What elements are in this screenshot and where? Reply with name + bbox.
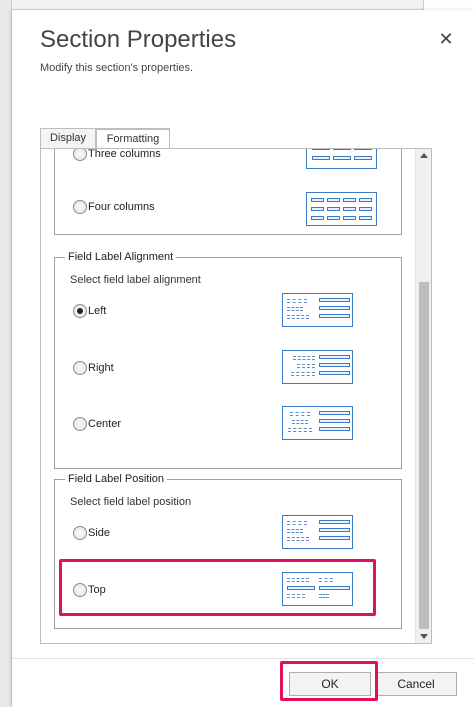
label-left-aligned-icon	[282, 293, 353, 327]
radio-position-side[interactable]: Side	[73, 525, 110, 541]
dialog-subtitle: Modify this section's properties.	[40, 62, 194, 74]
radio-label: Three columns	[88, 148, 161, 160]
field-label-alignment-group: Field Label Alignment Select field label…	[54, 250, 402, 469]
label-side-position-icon	[282, 515, 353, 549]
scroll-thumb[interactable]	[419, 282, 429, 629]
close-icon[interactable]: ✕	[436, 30, 456, 50]
dialog-title: Section Properties	[40, 26, 237, 53]
radio-button[interactable]	[73, 149, 87, 161]
formatting-panel: Three columns Four columns Field Label A…	[40, 148, 432, 644]
radio-button[interactable]	[73, 200, 87, 214]
radio-button[interactable]	[73, 361, 87, 375]
radio-label-center[interactable]: Center	[73, 416, 121, 432]
label-center-aligned-icon	[282, 406, 353, 440]
footer-divider	[12, 658, 474, 659]
group-description: Select field label position	[70, 496, 192, 508]
top-option-highlight	[59, 559, 376, 616]
cancel-button[interactable]: Cancel	[375, 672, 457, 696]
tab-formatting[interactable]: Formatting	[96, 128, 170, 149]
group-description: Select field label alignment	[70, 274, 201, 286]
group-legend: Field Label Alignment	[65, 250, 177, 264]
background-page-edge	[0, 0, 12, 707]
panel-scrollbar[interactable]	[415, 149, 431, 643]
radio-label: Right	[88, 362, 114, 374]
radio-four-columns[interactable]: Four columns	[73, 199, 155, 215]
tab-display[interactable]: Display	[40, 128, 96, 148]
label-right-aligned-icon	[282, 350, 353, 384]
radio-label: Four columns	[88, 201, 155, 213]
radio-label-right[interactable]: Right	[73, 360, 114, 376]
column-layout-group: Three columns Four columns	[54, 148, 402, 235]
radio-button[interactable]	[73, 417, 87, 431]
radio-button[interactable]	[73, 304, 87, 318]
scroll-up-arrow-icon[interactable]	[420, 153, 428, 158]
radio-label: Side	[88, 527, 111, 539]
radio-button[interactable]	[73, 526, 87, 540]
radio-label: Center	[88, 418, 122, 430]
radio-label: Left	[88, 305, 107, 317]
three-columns-layout-icon	[306, 149, 377, 169]
section-properties-dialog: Section Properties Modify this section's…	[12, 10, 474, 707]
background-page-header	[12, 0, 474, 10]
group-legend: Field Label Position	[65, 472, 168, 486]
four-columns-layout-icon	[306, 192, 377, 226]
radio-label-left[interactable]: Left	[73, 303, 106, 319]
radio-three-columns[interactable]: Three columns	[73, 148, 161, 162]
ok-button-highlight	[280, 661, 378, 701]
scroll-down-arrow-icon[interactable]	[420, 634, 428, 639]
